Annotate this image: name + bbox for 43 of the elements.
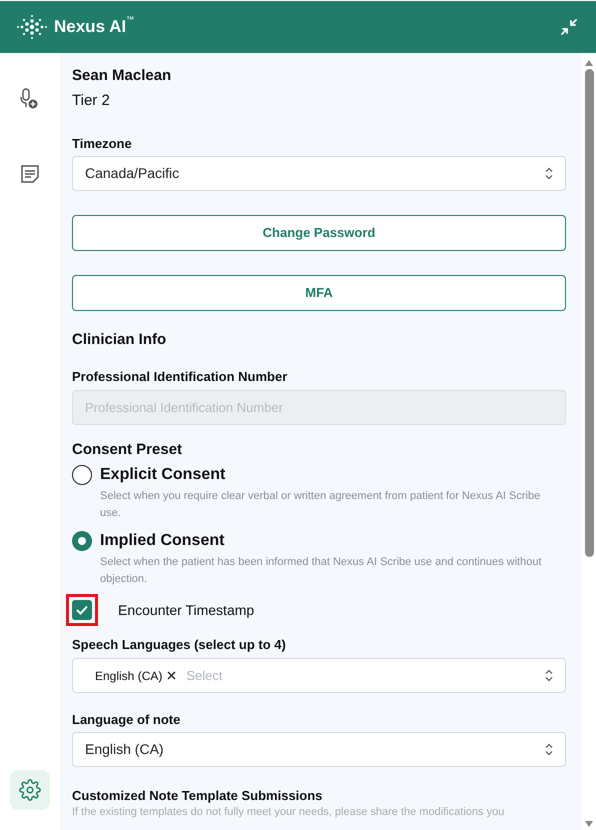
remove-icon[interactable] (167, 671, 176, 680)
scroll-up-icon[interactable] (584, 59, 594, 67)
selected-tag: English (CA) (95, 666, 162, 684)
radio-button[interactable] (72, 531, 92, 551)
dropdown[interactable]: English (CA) (72, 732, 566, 767)
settings-button[interactable] (10, 770, 50, 810)
settings-icon (19, 779, 41, 801)
brand-name: Nexus AI (54, 16, 126, 38)
trademark: ™ (126, 14, 134, 26)
tier-label: Tier 2 (72, 91, 111, 111)
section-heading: Clinician Info (72, 330, 168, 350)
placeholder-text: Select (186, 666, 224, 685)
action-button[interactable]: MFA (72, 275, 566, 311)
field-label: Language of note (72, 711, 182, 729)
checkbox-label: Encounter Timestamp (118, 600, 254, 620)
option-description: Select when the patient has been informed that Nexus AI Scribe use and continues without objection. (100, 555, 542, 587)
radio-label: Explicit Consent (100, 465, 226, 485)
collapse-button[interactable] (558, 16, 580, 38)
multi-select[interactable]: English (CA) Select (72, 658, 566, 693)
radio-label: Implied Consent (100, 531, 224, 551)
field-label: Speech Languages (select up to 4) (72, 636, 287, 654)
action-button[interactable]: Change Password (72, 215, 566, 251)
collapse-icon (560, 18, 578, 36)
microphone-add-icon (20, 88, 40, 110)
note-icon (20, 164, 40, 184)
dropdown-value: Canada/Pacific (85, 164, 180, 183)
option-description: Select when you require clear verbal or written agreement from patient for Nexus AI Scribe use. (100, 489, 542, 521)
section-description: If the existing templates do not fully meet your needs, please share the modifications you (72, 805, 506, 819)
logo-icon (16, 14, 48, 40)
dropdown-value: English (CA) (85, 740, 164, 759)
section-heading: Customized Note Template Submissions (72, 787, 324, 805)
radio-button[interactable] (72, 465, 92, 485)
field-label: Timezone (72, 135, 133, 153)
chevron-updown-icon (545, 669, 553, 682)
section-heading: Consent Preset (72, 440, 184, 460)
checkmark-icon (76, 605, 88, 615)
dropdown[interactable]: Canada/Pacific (72, 156, 566, 191)
checkbox[interactable] (72, 600, 92, 620)
scroll-down-icon[interactable] (584, 820, 594, 828)
chevron-updown-icon (545, 743, 553, 756)
field-label: Professional Identification Number (72, 368, 288, 386)
user-name: Sean Maclean (72, 66, 172, 86)
chevron-updown-icon (545, 167, 553, 180)
